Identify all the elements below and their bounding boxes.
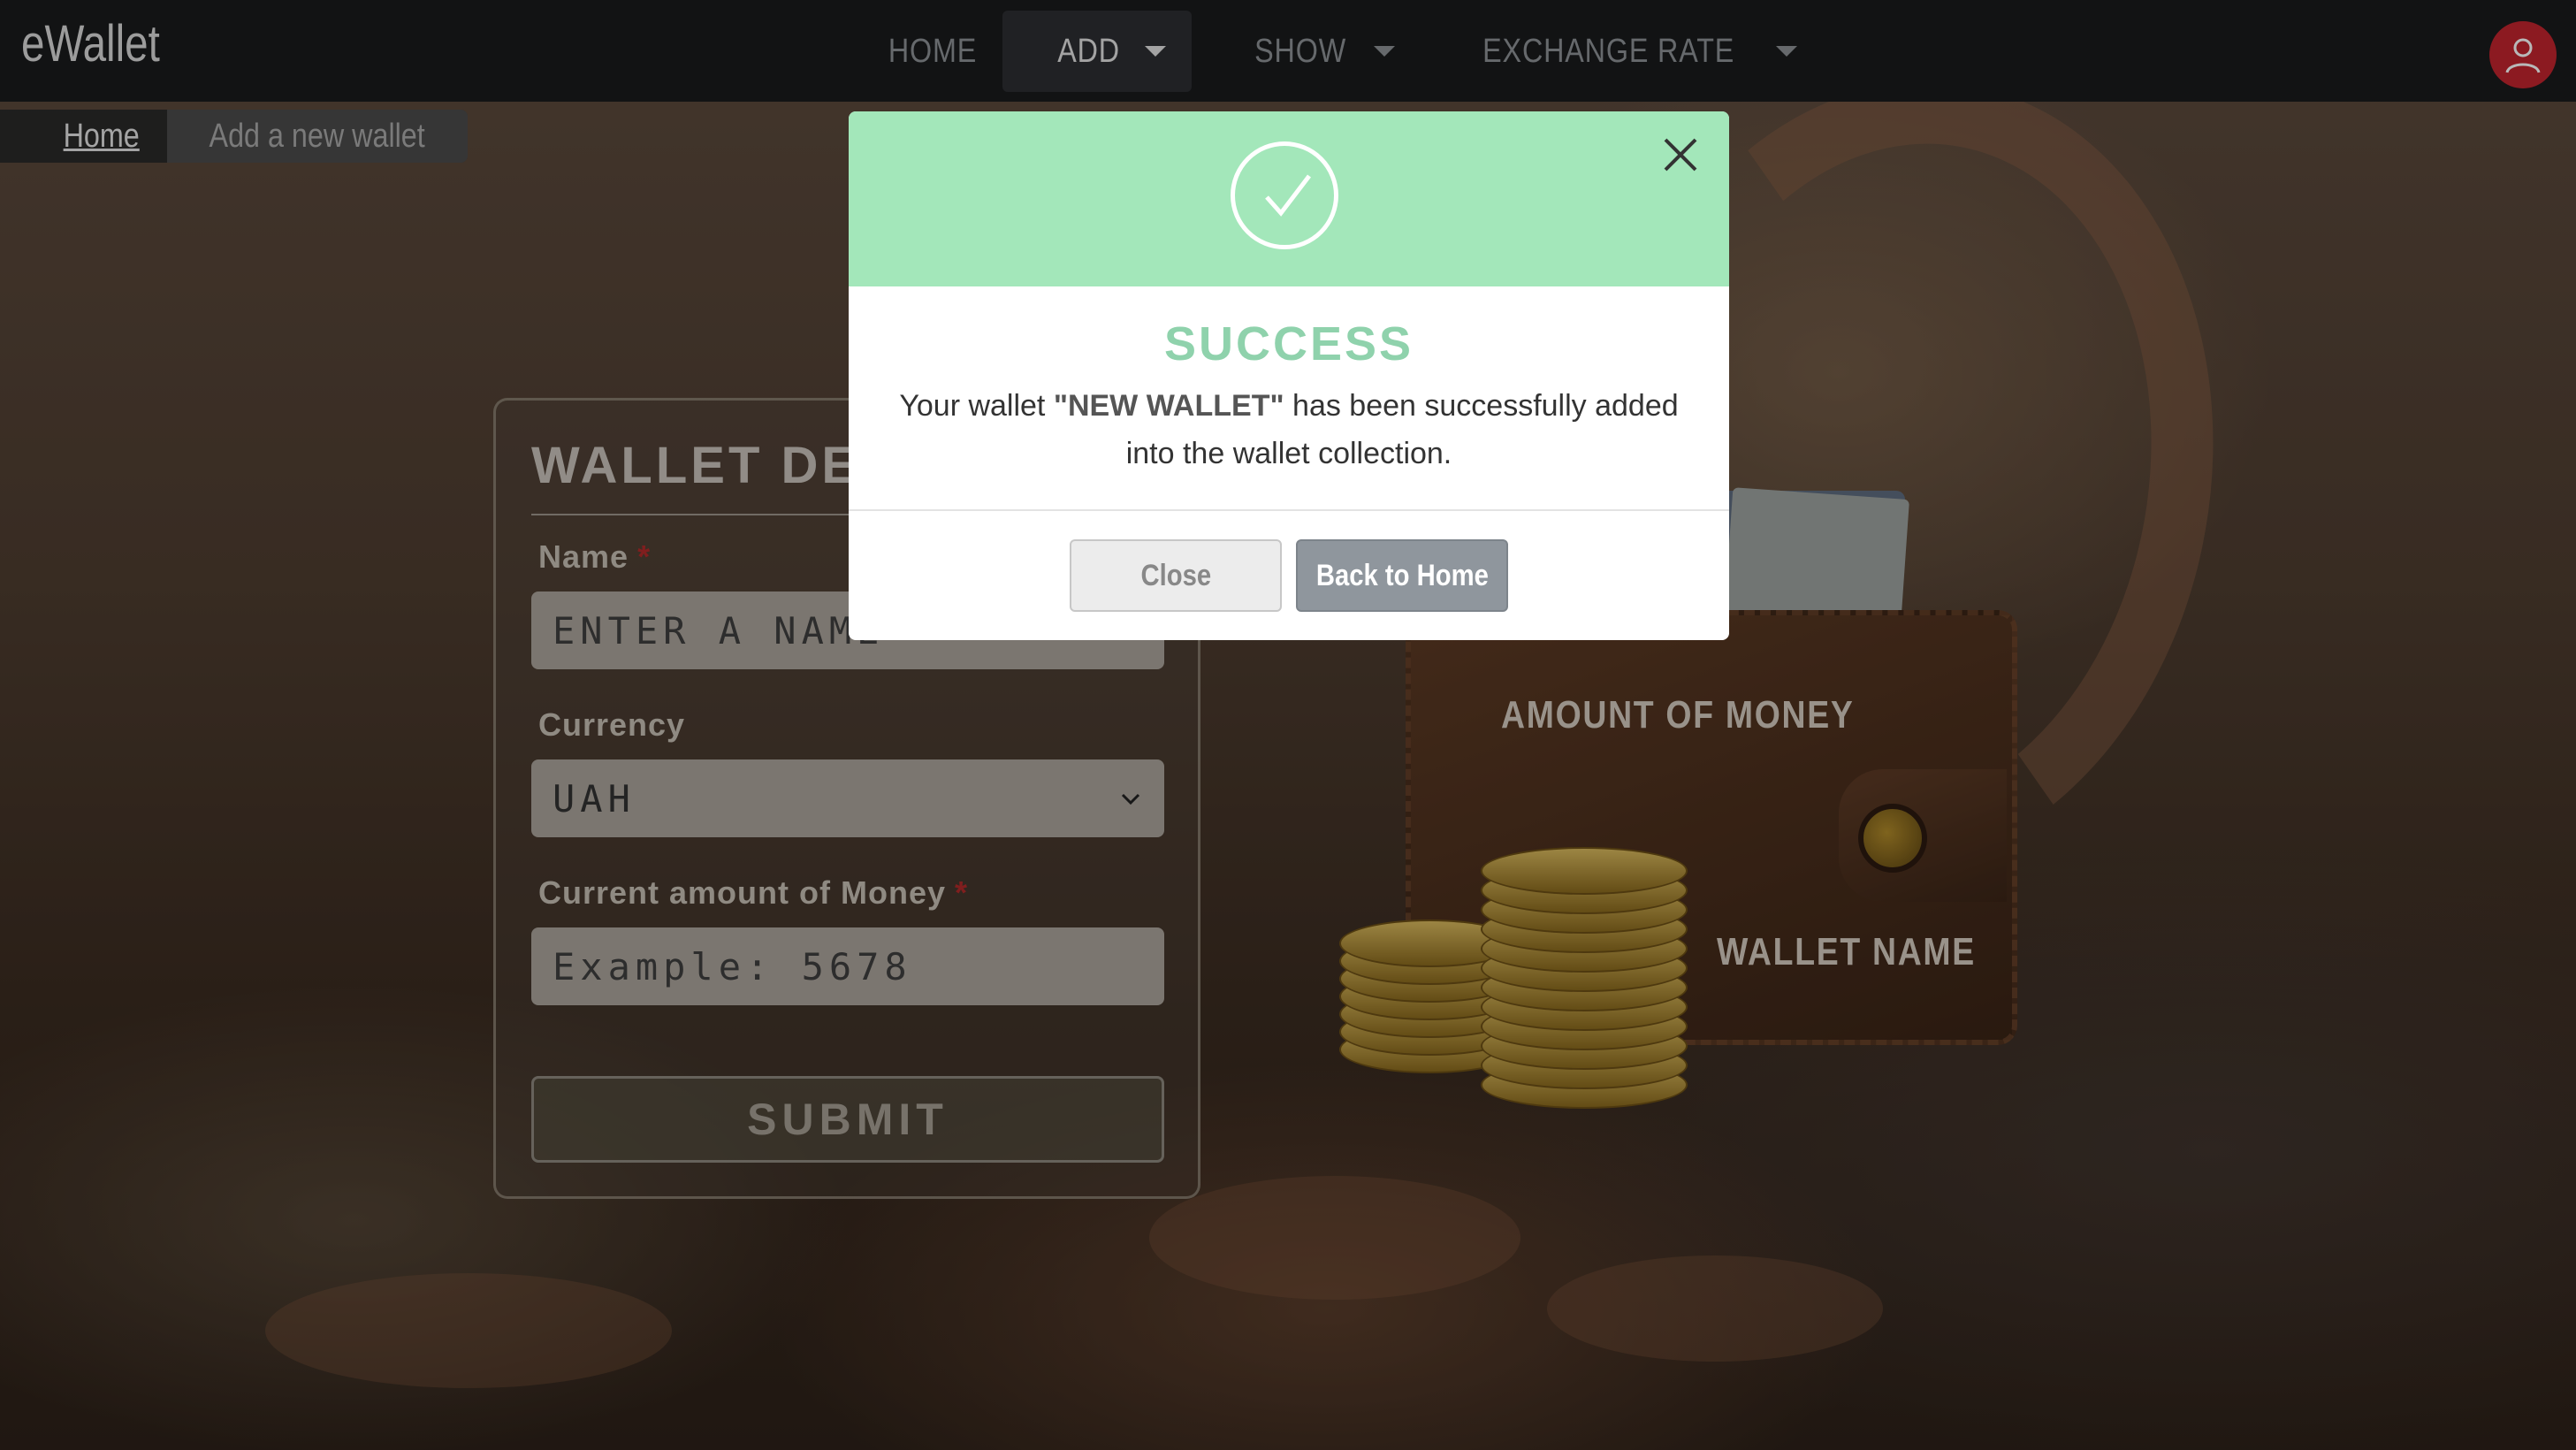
back-to-home-button[interactable]: Back to Home xyxy=(1296,539,1508,612)
modal-title: SUCCESS xyxy=(1163,317,1414,370)
close-button[interactable]: Close xyxy=(1070,539,1282,612)
wallet-name-highlight: "NEW WALLET" xyxy=(1053,389,1284,423)
modal-divider xyxy=(849,509,1729,511)
close-button-label: Close xyxy=(1140,558,1211,592)
message-prefix: Your wallet xyxy=(899,389,1054,423)
check-circle-icon xyxy=(1231,141,1338,249)
close-icon[interactable] xyxy=(1660,134,1701,175)
back-to-home-label: Back to Home xyxy=(1315,558,1489,592)
modal-message: Your wallet "NEW WALLET" has been succes… xyxy=(884,382,1694,477)
success-modal: SUCCESS Your wallet "NEW WALLET" has bee… xyxy=(849,111,1729,640)
modal-header xyxy=(849,111,1729,286)
